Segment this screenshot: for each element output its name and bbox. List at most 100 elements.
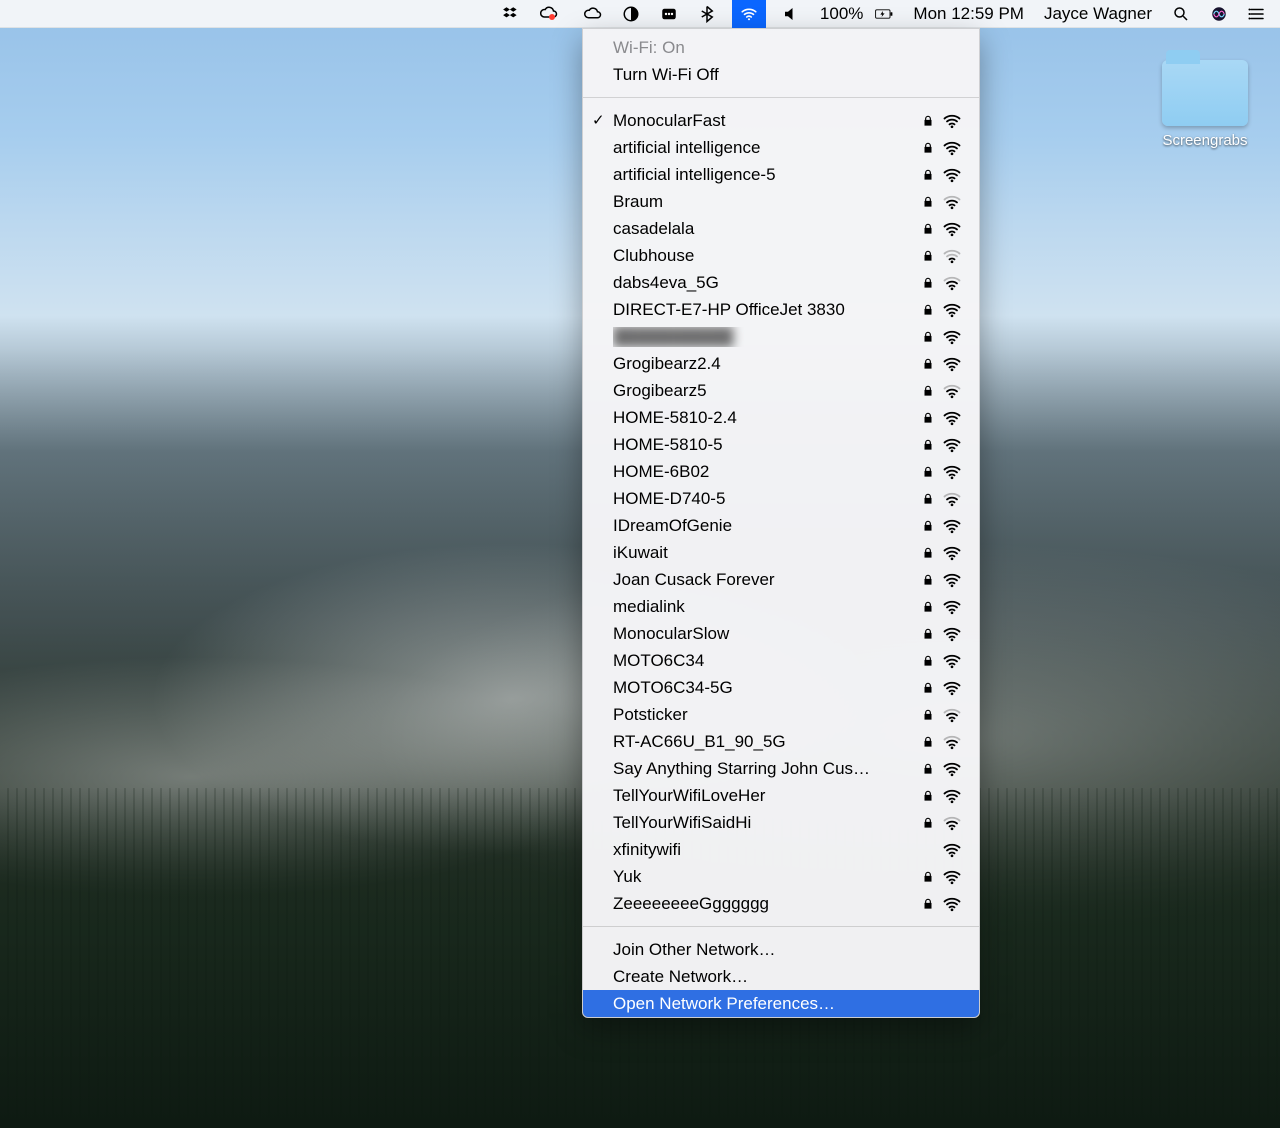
lock-icon: [917, 330, 939, 344]
lock-icon: [917, 519, 939, 533]
lock-icon: [917, 438, 939, 452]
wifi-signal-icon: [939, 111, 965, 131]
checkmark-icon: ✓: [592, 111, 605, 129]
wifi-signal-icon: [939, 354, 965, 374]
join-other-network[interactable]: Join Other Network…: [583, 936, 979, 963]
wifi-network-item[interactable]: RT-AC66U_B1_90_5G: [583, 728, 979, 755]
wifi-network-item[interactable]: HOME-5810-5: [583, 431, 979, 458]
wifi-network-item[interactable]: Potsticker: [583, 701, 979, 728]
wifi-network-item[interactable]: IDreamOfGenie: [583, 512, 979, 539]
wifi-network-item[interactable]: Yuk: [583, 863, 979, 890]
cloud-sync-icon[interactable]: [536, 0, 568, 28]
wifi-network-name: iKuwait: [613, 543, 917, 563]
lock-icon: [917, 762, 939, 776]
wifi-network-item[interactable]: Joan Cusack Forever: [583, 566, 979, 593]
wifi-network-name: dabs4eva_5G: [613, 273, 917, 293]
wifi-network-item[interactable]: MOTO6C34: [583, 647, 979, 674]
dropbox-icon[interactable]: [498, 0, 524, 28]
wifi-status-label: Wi-Fi: On: [583, 34, 979, 61]
lock-icon: [917, 546, 939, 560]
wifi-network-item[interactable]: DIRECT-E7-HP OfficeJet 3830: [583, 296, 979, 323]
wifi-network-item[interactable]: Grogibearz2.4: [583, 350, 979, 377]
menu-datetime[interactable]: Mon 12:59 PM: [909, 0, 1028, 28]
wifi-network-item[interactable]: xfinitywifi: [583, 836, 979, 863]
wifi-network-item[interactable]: medialink: [583, 593, 979, 620]
wifi-signal-icon: [939, 597, 965, 617]
lock-icon: [917, 168, 939, 182]
wifi-signal-icon: [939, 624, 965, 644]
wifi-network-name: MOTO6C34-5G: [613, 678, 917, 698]
wifi-network-item[interactable]: MOTO6C34-5G: [583, 674, 979, 701]
wifi-network-item[interactable]: HOME-6B02: [583, 458, 979, 485]
wifi-signal-icon: [939, 894, 965, 914]
wifi-signal-icon: [939, 732, 965, 752]
wifi-dropdown-menu: Wi-Fi: On Turn Wi-Fi Off ✓MonocularFast a…: [582, 28, 980, 1018]
desktop-folder[interactable]: Screengrabs: [1150, 60, 1260, 149]
wifi-network-item[interactable]: HOME-D740-5: [583, 485, 979, 512]
wifi-network-name: Potsticker: [613, 705, 917, 725]
cloud-icon[interactable]: [580, 0, 606, 28]
wifi-network-item[interactable]: MonocularSlow: [583, 620, 979, 647]
wifi-network-name: HOME-5810-2.4: [613, 408, 917, 428]
wifi-network-name: ZeeeeeeeeGgggggg: [613, 894, 917, 914]
wifi-network-item[interactable]: artificial intelligence: [583, 134, 979, 161]
wifi-network-item[interactable]: Clubhouse: [583, 242, 979, 269]
lock-icon: [917, 816, 939, 830]
wifi-signal-icon: [939, 813, 965, 833]
wifi-network-name: Grogibearz2.4: [613, 354, 917, 374]
wifi-signal-icon: [939, 300, 965, 320]
lock-icon: [917, 735, 939, 749]
siri-icon[interactable]: [1206, 0, 1232, 28]
lock-icon: [917, 681, 939, 695]
wifi-toggle-off[interactable]: Turn Wi-Fi Off: [583, 61, 979, 88]
lock-icon: [917, 897, 939, 911]
wifi-menu-icon[interactable]: [732, 0, 766, 28]
wifi-network-name: ██████████: [613, 327, 917, 347]
wifi-network-item[interactable]: Say Anything Starring John Cus…: [583, 755, 979, 782]
wifi-network-name: artificial intelligence: [613, 138, 917, 158]
wifi-network-item[interactable]: dabs4eva_5G: [583, 269, 979, 296]
wifi-network-name: Yuk: [613, 867, 917, 887]
wifi-network-item[interactable]: HOME-5810-2.4: [583, 404, 979, 431]
wifi-network-item[interactable]: TellYourWifiLoveHer: [583, 782, 979, 809]
lock-icon: [917, 573, 939, 587]
wifi-signal-icon: [939, 516, 965, 536]
wifi-network-name: IDreamOfGenie: [613, 516, 917, 536]
wifi-signal-icon: [939, 435, 965, 455]
wifi-network-item[interactable]: casadelala: [583, 215, 979, 242]
lock-icon: [917, 195, 939, 209]
folder-icon: [1162, 60, 1248, 126]
wifi-network-name: HOME-D740-5: [613, 489, 917, 509]
wifi-network-name: Clubhouse: [613, 246, 917, 266]
display-contrast-icon[interactable]: [618, 0, 644, 28]
wifi-network-item[interactable]: Braum: [583, 188, 979, 215]
menu-bar: 100% Mon 12:59 PM Jayce Wagner: [0, 0, 1280, 28]
wifi-network-item[interactable]: artificial intelligence-5: [583, 161, 979, 188]
wifi-network-item[interactable]: iKuwait: [583, 539, 979, 566]
wifi-signal-icon: [939, 381, 965, 401]
wifi-network-item[interactable]: ZeeeeeeeeGgggggg: [583, 890, 979, 917]
spotlight-search-icon[interactable]: [1168, 0, 1194, 28]
open-network-preferences[interactable]: Open Network Preferences…: [583, 990, 979, 1017]
wifi-signal-icon: [939, 192, 965, 212]
wifi-signal-icon: [939, 273, 965, 293]
wifi-signal-icon: [939, 246, 965, 266]
wifi-network-item[interactable]: Grogibearz5: [583, 377, 979, 404]
wifi-network-name: Say Anything Starring John Cus…: [613, 759, 917, 779]
battery-charging-icon[interactable]: [871, 0, 897, 28]
wifi-network-name: casadelala: [613, 219, 917, 239]
bluetooth-icon[interactable]: [694, 0, 720, 28]
notification-center-icon[interactable]: [1244, 0, 1270, 28]
wifi-network-item[interactable]: ██████████: [583, 323, 979, 350]
volume-icon[interactable]: [778, 0, 804, 28]
lock-icon: [917, 654, 939, 668]
lock-icon: [917, 303, 939, 317]
wifi-signal-icon: [939, 408, 965, 428]
wifi-network-item[interactable]: ✓MonocularFast: [583, 107, 979, 134]
create-network[interactable]: Create Network…: [583, 963, 979, 990]
app-indicator-icon[interactable]: [656, 0, 682, 28]
menu-username[interactable]: Jayce Wagner: [1040, 0, 1156, 28]
wifi-signal-icon: [939, 759, 965, 779]
battery-percent[interactable]: 100%: [816, 0, 867, 28]
wifi-network-item[interactable]: TellYourWifiSaidHi: [583, 809, 979, 836]
